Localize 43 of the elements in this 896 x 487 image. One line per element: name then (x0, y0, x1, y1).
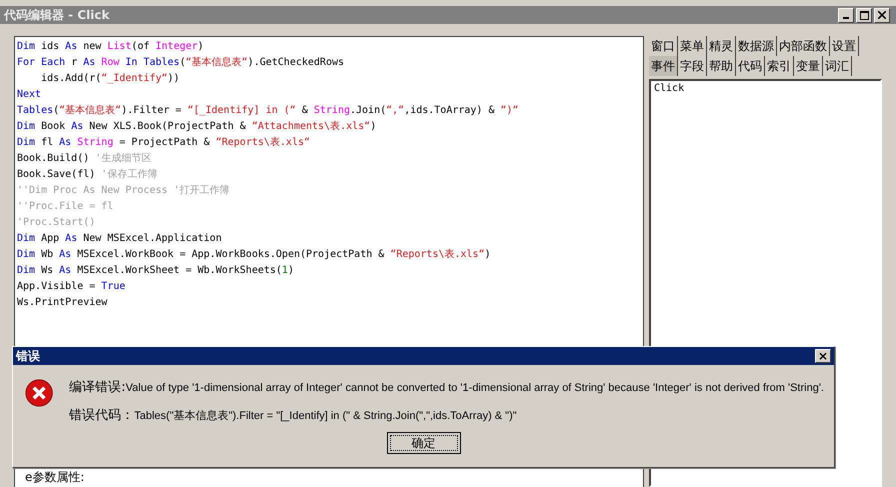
panel-tab[interactable]: 数据源 (736, 36, 777, 56)
panel-tab[interactable]: 字段 (678, 56, 707, 76)
params-label: e参数属性: (25, 470, 84, 484)
code-line: Book.Build() '生成细节区 (17, 152, 152, 166)
code-line: 'Proc.Start() (17, 216, 96, 230)
code-line: Dim App As New MSExcel.Application (17, 232, 223, 246)
panel-tab[interactable]: 菜单 (678, 36, 707, 56)
panel-tab[interactable]: 设置 (830, 36, 859, 56)
code-line: Dim ids As new List(of Integer) (17, 40, 205, 54)
ok-button[interactable]: 确定 (386, 432, 460, 454)
code-line: Ws.PrintPreview (17, 296, 108, 310)
panel-tab[interactable]: 帮助 (707, 56, 736, 76)
code-line: Dim fl As String = ProjectPath & “Reports\表.xls“ (17, 136, 312, 150)
minimize-button[interactable] (838, 8, 854, 22)
maximize-button[interactable] (856, 8, 872, 22)
code-line: App.Visible = True (17, 280, 126, 294)
code-line: ids.Add(r(“_Identify“)) (40, 72, 181, 86)
panel-tab[interactable]: 精灵 (707, 36, 736, 56)
code-line: For Each r As Row In Tables(“基本信息表“).GetCheckedRows (17, 56, 345, 70)
panel-tab[interactable]: 变量 (794, 56, 823, 76)
code-line: ''Proc.File = fl (17, 200, 114, 214)
code-line: Tables(“基本信息表“).Filter = “[_Identify] in (“ & String.Join(“,“,ids.ToArray) & “)“ (17, 104, 520, 118)
error-message: 编译错误:Value of type '1-dimensional array of Integer' cannot be converted to '1-dimensional array of String' because 'Integer' is not derived from 'String'. (69, 379, 824, 396)
dialog-title: 错误 (16, 348, 40, 364)
code-line: ''Dim Proc As New Process '打开工作簿 (17, 184, 231, 198)
error-code: 错误代码：Tables("基本信息表").Filter = "[_Identify] in (" & String.Join(",",ids.ToArray) & ")" (69, 407, 518, 424)
code-line: Next (17, 88, 42, 102)
code-line: Dim Book As New XLS.Book(ProjectPath & “Attachments\表.xls“) (17, 120, 378, 134)
list-item[interactable]: Click (654, 83, 877, 94)
panel-tab[interactable]: 索引 (765, 56, 794, 76)
close-button[interactable]: × (815, 349, 831, 363)
window-title: 代码编辑器 - Click (4, 6, 110, 24)
close-icon (878, 11, 886, 19)
code-line: Dim Ws As MSExcel.WorkSheet = Wb.WorkSheets(1) (17, 264, 295, 278)
panel-tab[interactable]: 事件 (649, 56, 678, 76)
error-icon (25, 377, 54, 409)
panel-tab[interactable]: 代码 (736, 56, 765, 76)
maximize-icon (860, 10, 868, 20)
close-button[interactable] (874, 8, 890, 22)
panel-tab[interactable]: 词汇 (823, 56, 852, 76)
code-line: Dim Wb As MSExcel.WorkBook = App.WorkBooks.Open(ProjectPath & “Reports\表.xls“) (17, 248, 492, 262)
code-line: Book.Save(fl) '保存工作簿 (17, 168, 158, 182)
panel-tab[interactable]: 内部函数 (777, 36, 830, 56)
